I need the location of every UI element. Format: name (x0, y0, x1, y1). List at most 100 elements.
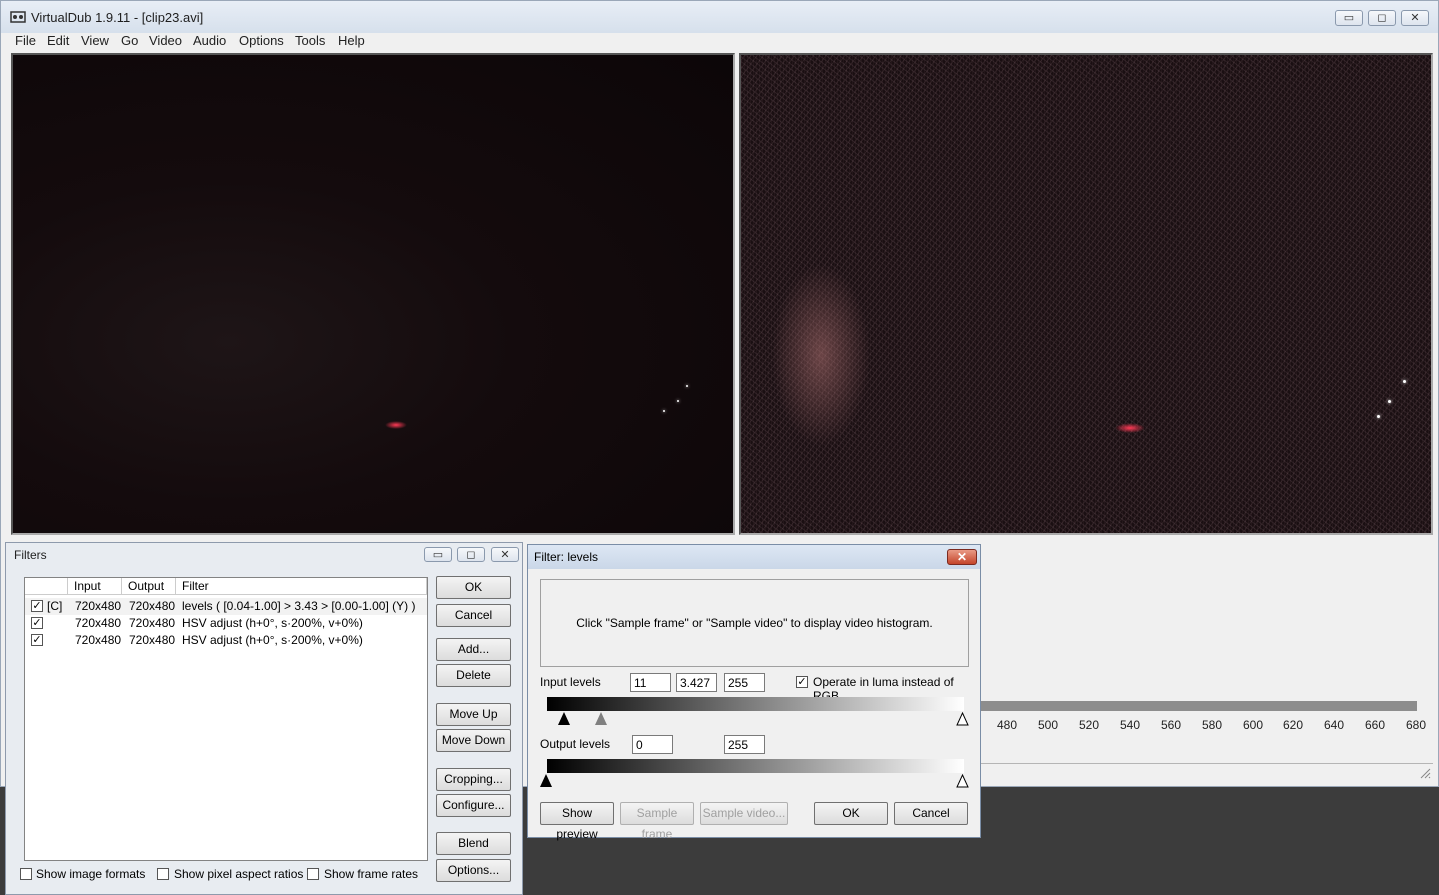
timeline-tick: 500 (1038, 718, 1059, 732)
levels-ok-button[interactable]: OK (814, 802, 888, 825)
filter-output-size: 720x480 (129, 616, 176, 630)
filter-output-size: 720x480 (129, 599, 176, 613)
move-down-button[interactable]: Move Down (436, 729, 511, 752)
filter-flag: [C] (47, 599, 63, 613)
menu-go[interactable]: Go (121, 33, 138, 48)
output-levels-label: Output levels (540, 737, 611, 751)
output-low-marker-icon[interactable] (540, 774, 552, 787)
input-levels-gradient[interactable] (547, 697, 964, 711)
filter-enable-checkbox[interactable]: ✓ (31, 634, 43, 646)
input-video-pane[interactable] (11, 53, 735, 535)
resize-grip-icon[interactable] (1419, 767, 1431, 779)
column-header-output[interactable]: Output (122, 578, 176, 595)
filter-row-hsv-1[interactable]: ✓ 720x480 720x480 HSV adjust (h+0°, s·20… (25, 615, 427, 632)
filter-input-size: 720x480 (75, 633, 122, 647)
filter-row-levels[interactable]: ✓ [C] 720x480 720x480 levels ( [0.04-1.0… (25, 598, 427, 615)
output-sparkle (1403, 380, 1406, 383)
filters-ok-button[interactable]: OK (436, 576, 511, 599)
filter-enable-checkbox[interactable]: ✓ (31, 600, 43, 612)
blend-button[interactable]: Blend (436, 832, 511, 855)
output-levels-gradient[interactable] (547, 759, 964, 773)
show-frame-rates-checkbox[interactable] (307, 868, 319, 880)
levels-dialog-title: Filter: levels (534, 550, 599, 564)
input-levels-label: Input levels (540, 675, 601, 689)
maximize-icon: ◻ (1377, 12, 1387, 24)
menu-tools[interactable]: Tools (295, 33, 325, 48)
delete-filter-button[interactable]: Delete (436, 664, 511, 687)
title-bar: VirtualDub 1.9.11 - [clip23.avi] ▭ ◻ ✕ (1, 1, 1438, 33)
move-up-button[interactable]: Move Up (436, 703, 511, 726)
show-image-formats-label: Show image formats (36, 867, 146, 881)
menu-file[interactable]: File (15, 33, 36, 48)
menu-edit[interactable]: Edit (47, 33, 69, 48)
minimize-icon: ▭ (432, 549, 444, 561)
show-pixel-aspect-ratios-label: Show pixel aspect ratios (174, 867, 304, 881)
close-icon: ✕ (1410, 12, 1420, 24)
input-sparkle (677, 400, 679, 402)
luma-checkbox[interactable]: ✓ (796, 676, 808, 688)
input-low-field[interactable] (630, 673, 671, 692)
column-header-check[interactable] (25, 578, 68, 595)
output-sparkle (1388, 400, 1391, 403)
input-gamma-field[interactable] (676, 673, 717, 692)
levels-close-button[interactable]: ✕ (947, 549, 977, 565)
menu-bar: File Edit View Go Video Audio Options To… (1, 33, 1438, 51)
input-low-marker-icon[interactable] (558, 712, 570, 725)
filters-maximize-button[interactable]: ◻ (457, 547, 485, 562)
minimize-icon: ▭ (1343, 12, 1355, 24)
output-video-pane[interactable] (739, 53, 1433, 535)
output-high-field[interactable] (724, 735, 765, 754)
filter-name: HSV adjust (h+0°, s·200%, v+0%) (182, 616, 363, 630)
filters-dialog-title: Filters (14, 548, 47, 562)
show-image-formats-checkbox[interactable] (20, 868, 32, 880)
input-red-light (385, 421, 407, 429)
timeline-bar[interactable] (981, 701, 1417, 711)
filter-list[interactable]: Input Output Filter ✓ [C] 720x480 720x48… (24, 577, 428, 861)
input-sparkle (663, 410, 665, 412)
close-button[interactable]: ✕ (1401, 10, 1429, 26)
filter-enable-checkbox[interactable]: ✓ (31, 617, 43, 629)
window-title: VirtualDub 1.9.11 - [clip23.avi] (31, 10, 204, 25)
histogram-area: Click "Sample frame" or "Sample video" t… (540, 579, 969, 667)
filters-dialog: Filters ▭ ◻ ✕ Input Output Filter ✓ [C] … (5, 542, 523, 895)
close-icon: ✕ (956, 550, 968, 564)
sample-frame-button[interactable]: Sample frame (620, 802, 694, 841)
maximize-icon: ◻ (466, 549, 476, 561)
column-header-filter[interactable]: Filter (176, 578, 427, 595)
menu-help[interactable]: Help (338, 33, 365, 48)
maximize-button[interactable]: ◻ (1368, 10, 1396, 26)
filters-cancel-button[interactable]: Cancel (436, 604, 511, 627)
filter-input-size: 720x480 (75, 616, 122, 630)
menu-audio[interactable]: Audio (193, 33, 226, 48)
output-low-field[interactable] (632, 735, 673, 754)
filters-minimize-button[interactable]: ▭ (424, 547, 452, 562)
show-preview-button[interactable]: Show preview (540, 802, 614, 841)
timeline-tick: 560 (1161, 718, 1182, 732)
add-filter-button[interactable]: Add... (436, 638, 511, 661)
cropping-button[interactable]: Cropping... (436, 768, 511, 791)
levels-dialog: Filter: levels ✕ Click "Sample frame" or… (527, 544, 981, 841)
menu-view[interactable]: View (81, 33, 109, 48)
filters-close-button[interactable]: ✕ (491, 547, 519, 562)
options-button[interactable]: Options... (436, 859, 511, 882)
menu-options[interactable]: Options (239, 33, 284, 48)
filter-name: HSV adjust (h+0°, s·200%, v+0%) (182, 633, 363, 647)
levels-cancel-button[interactable]: Cancel (894, 802, 968, 825)
show-pixel-aspect-ratios-checkbox[interactable] (157, 868, 169, 880)
filter-input-size: 720x480 (75, 599, 122, 613)
input-gamma-marker-icon[interactable] (595, 712, 607, 725)
column-header-input[interactable]: Input (68, 578, 122, 595)
minimize-button[interactable]: ▭ (1335, 10, 1363, 26)
input-high-marker-icon[interactable] (956, 712, 969, 726)
sample-video-button[interactable]: Sample video... (700, 802, 788, 825)
timeline-tick: 620 (1283, 718, 1304, 732)
timeline-tick: 540 (1120, 718, 1141, 732)
input-high-field[interactable] (724, 673, 765, 692)
filter-row-hsv-2[interactable]: ✓ 720x480 720x480 HSV adjust (h+0°, s·20… (25, 632, 427, 649)
menu-video[interactable]: Video (149, 33, 182, 48)
filter-name: levels ( [0.04-1.00] > 3.43 > [0.00-1.00… (182, 599, 416, 613)
timeline-tick: 660 (1365, 718, 1386, 732)
output-high-marker-icon[interactable] (956, 774, 969, 788)
output-red-light (1115, 423, 1145, 433)
configure-button[interactable]: Configure... (436, 794, 511, 817)
